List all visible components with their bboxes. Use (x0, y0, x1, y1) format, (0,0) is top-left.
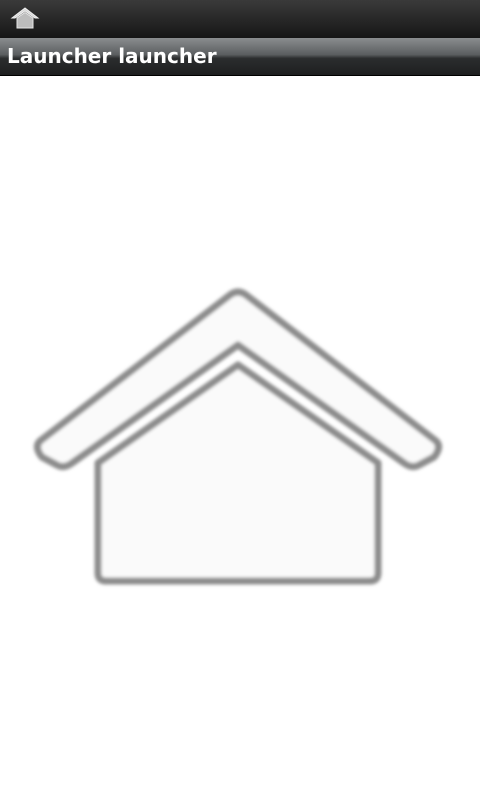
home-icon (33, 288, 443, 585)
page-title: Launcher launcher (7, 44, 217, 68)
main-content (0, 76, 480, 800)
home-icon (8, 5, 42, 33)
status-bar (0, 0, 480, 38)
title-bar: Launcher launcher (0, 38, 480, 76)
launcher-home-button[interactable] (20, 276, 460, 596)
